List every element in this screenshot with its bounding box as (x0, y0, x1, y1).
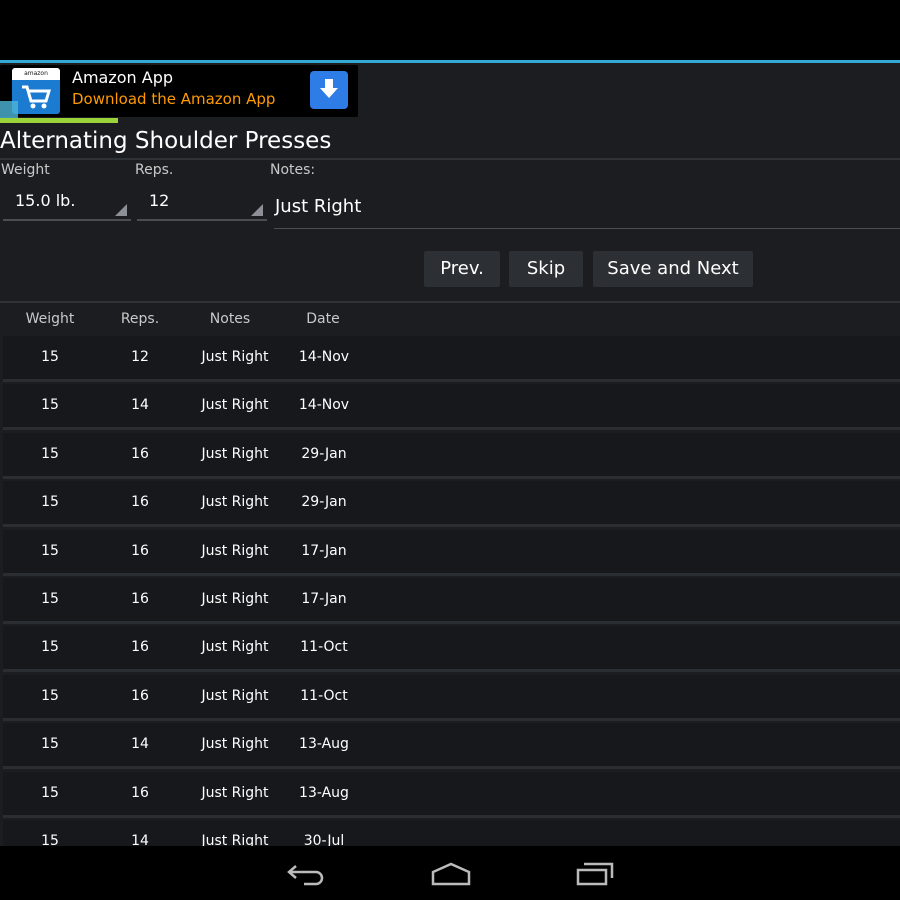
notes-field[interactable]: Just Right (274, 190, 900, 229)
notes-cell: Just Right (201, 542, 269, 559)
table-row[interactable]: 15 16 Just Right 11-Oct (3, 626, 900, 673)
table-row[interactable]: 15 14 Just Right 14-Nov (3, 384, 900, 431)
date-cell: 11-Oct (300, 639, 348, 656)
date-cell: 17-Jan (301, 542, 347, 559)
ad-subtitle[interactable]: Download the Amazon App (72, 90, 275, 108)
column-header-reps: Reps. (120, 311, 160, 327)
prev-button[interactable]: Prev. (424, 251, 500, 287)
download-arrow-icon (320, 79, 338, 98)
shopping-cart-icon (22, 85, 51, 109)
reps-cell: 16 (131, 542, 149, 559)
weight-cell: 15 (41, 445, 59, 462)
table-row[interactable]: 15 16 Just Right 29-Jan (3, 481, 900, 528)
reps-cell: 16 (131, 445, 149, 462)
date-cell: 14-Nov (298, 349, 350, 365)
reps-cell: 16 (131, 639, 149, 656)
home-icon[interactable] (430, 860, 472, 888)
notes-cell: Just Right (201, 687, 269, 704)
reps-label: Reps. (135, 162, 174, 178)
reps-cell: 14 (131, 397, 149, 414)
reps-cell: 16 (131, 494, 149, 511)
spinner-arrow-icon (115, 204, 127, 216)
weight-cell: 15 (41, 639, 59, 656)
reps-cell: 16 (131, 784, 149, 801)
date-cell: 11-Oct (300, 687, 348, 704)
notes-cell: Just Right (201, 494, 269, 511)
spinner-arrow-icon (251, 204, 263, 216)
weight-cell: 15 (41, 397, 59, 414)
column-header-weight: Weight (25, 311, 75, 327)
reps-cell: 14 (131, 736, 149, 753)
download-button[interactable] (310, 71, 348, 109)
reps-cell: 12 (131, 349, 149, 365)
table-row[interactable]: 15 16 Just Right 17-Jan (3, 529, 900, 576)
date-cell: 13-Aug (299, 784, 349, 801)
date-cell: 29-Jan (301, 494, 347, 511)
ad-indicator (0, 101, 18, 119)
table-row[interactable]: 15 16 Just Right 29-Jan (3, 432, 900, 479)
ad-progress-bar (0, 118, 118, 123)
table-row[interactable]: 15 14 Just Right 13-Aug (3, 723, 900, 770)
exercise-title: Alternating Shoulder Presses (0, 128, 332, 154)
weight-cell: 15 (41, 784, 59, 801)
reps-cell: 16 (131, 687, 149, 704)
date-cell: 17-Jan (301, 591, 347, 607)
table-row[interactable]: 15 16 Just Right 11-Oct (3, 674, 900, 721)
column-header-date: Date (306, 311, 340, 327)
notes-cell: Just Right (201, 784, 269, 801)
recent-apps-icon[interactable] (576, 860, 616, 888)
status-bar (0, 0, 900, 60)
reps-spinner-value: 12 (149, 191, 170, 210)
skip-button[interactable]: Skip (509, 251, 583, 287)
weight-cell: 15 (41, 542, 59, 559)
weight-cell: 15 (41, 687, 59, 704)
weight-cell: 15 (41, 349, 59, 365)
back-icon[interactable] (286, 860, 326, 888)
notes-cell: Just Right (201, 397, 269, 414)
table-divider (0, 301, 900, 303)
weight-cell: 15 (41, 591, 59, 607)
amazon-app-logo[interactable]: amazon (12, 68, 60, 114)
notes-label: Notes: (270, 162, 316, 178)
date-cell: 14-Nov (298, 397, 350, 414)
table-row[interactable]: 15 12 Just Right 14-Nov (3, 336, 900, 382)
amazon-logo-text: amazon (12, 68, 60, 80)
ad-title[interactable]: Amazon App (72, 68, 173, 87)
date-cell: 29-Jan (301, 445, 347, 462)
weight-spinner-value: 15.0 lb. (15, 191, 76, 210)
table-row[interactable]: 15 16 Just Right 17-Jan (3, 578, 900, 624)
notes-cell: Just Right (201, 349, 269, 365)
title-divider (0, 158, 900, 160)
notes-cell: Just Right (201, 445, 269, 462)
notes-cell: Just Right (201, 736, 269, 753)
weight-cell: 15 (41, 736, 59, 753)
date-cell: 13-Aug (299, 736, 349, 753)
save-and-next-button[interactable]: Save and Next (593, 251, 753, 287)
reps-cell: 16 (131, 591, 149, 607)
weight-cell: 15 (41, 494, 59, 511)
table-row[interactable]: 15 16 Just Right 13-Aug (3, 771, 900, 818)
notes-cell: Just Right (201, 591, 269, 607)
notes-cell: Just Right (201, 639, 269, 656)
reps-spinner[interactable]: 12 (137, 185, 267, 221)
weight-spinner[interactable]: 15.0 lb. (3, 185, 131, 221)
column-header-notes: Notes (209, 311, 251, 327)
notes-field-value: Just Right (275, 196, 362, 217)
weight-label: Weight (1, 162, 50, 178)
